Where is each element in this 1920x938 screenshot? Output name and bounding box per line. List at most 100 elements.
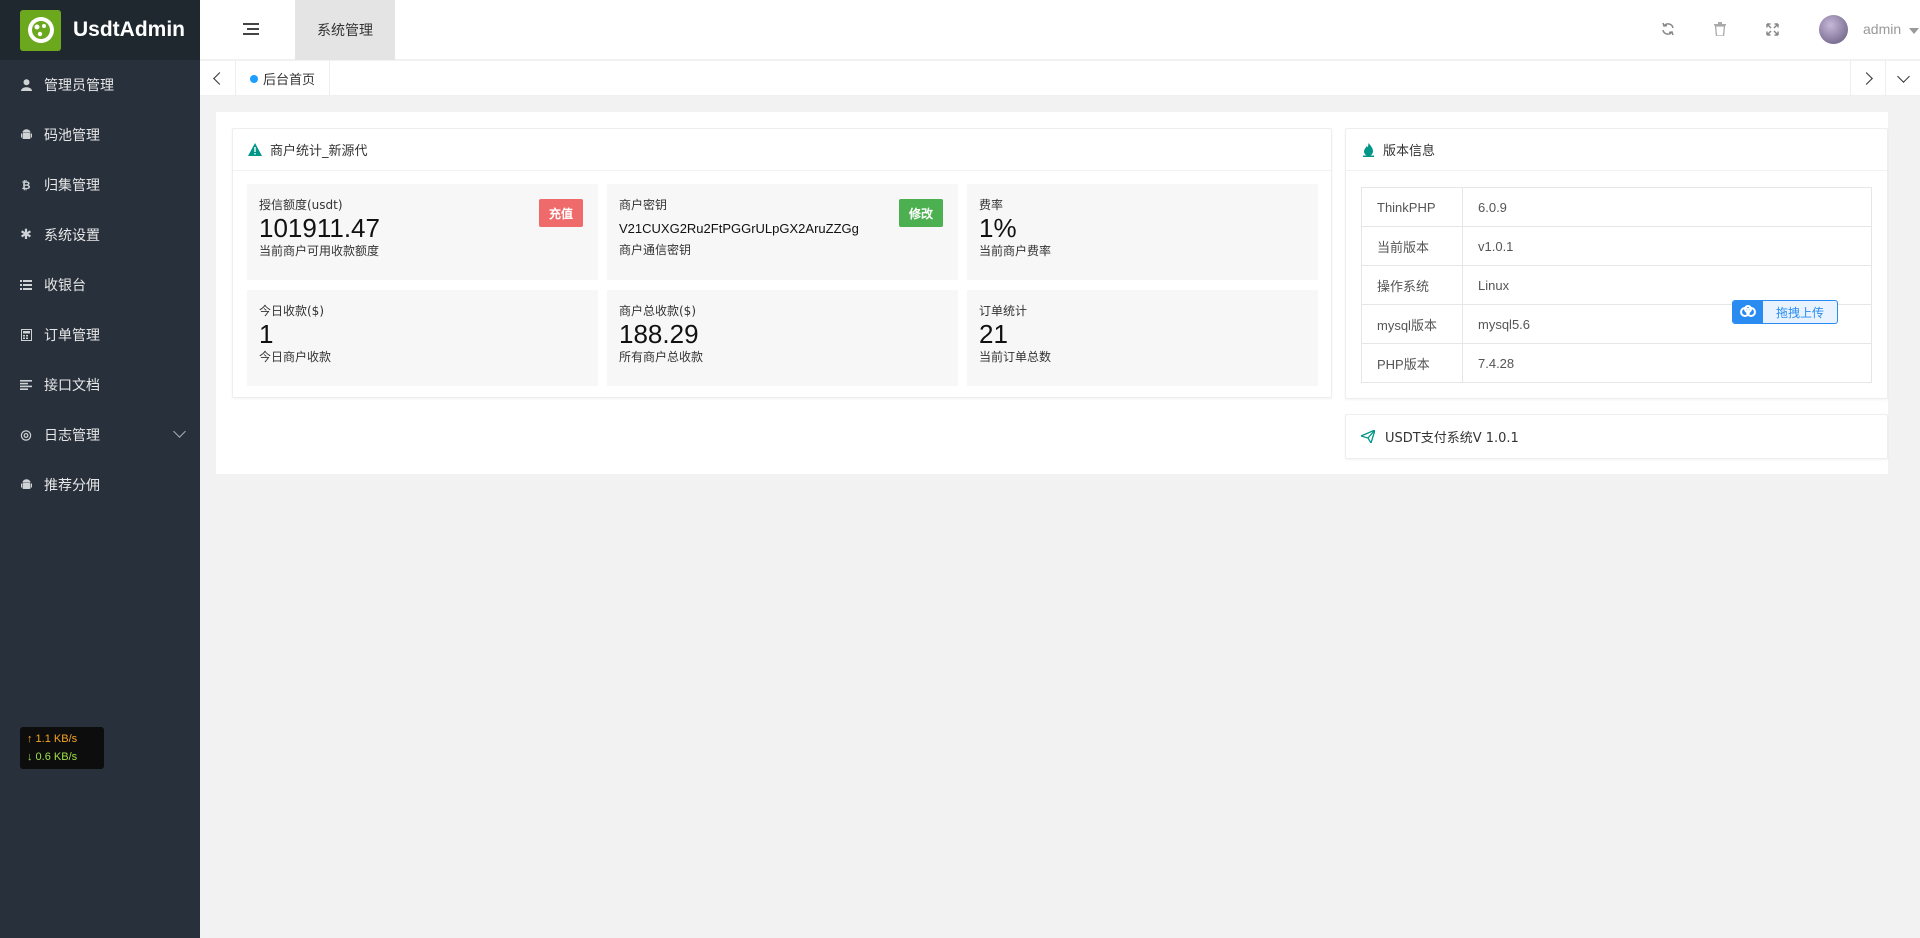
chevron-left-icon [213,72,226,85]
stat-sub: 商户通信密钥 [619,243,692,257]
tabs-scroll-left-button[interactable] [200,61,236,96]
upload-label: 拖拽上传 [1775,305,1824,320]
cog-icon [20,429,32,441]
stat-card-today-income: 今日收款($) 1 今日商户收款 [247,290,598,386]
sidebar: UsdtAdmin 管理员管理 码池管理 ₿ 归集管理 ✱ 系统设置 收银台 订… [0,0,200,938]
android-icon [20,129,32,141]
table-value: 7.4.28 [1462,343,1872,383]
asterisk-icon: ✱ [20,227,32,243]
avatar[interactable] [1819,15,1848,44]
stat-label: 费率 [979,198,1004,212]
panel-title: USDT支付系统V 1.0.1 [1385,431,1519,446]
chevron-right-icon [1859,72,1873,85]
upload-speed: ↑ 1.1 KB/s [27,733,78,745]
panel-header: USDT支付系统V 1.0.1 [1346,415,1887,458]
stat-sub: 当前商户可用收款额度 [259,244,380,258]
stat-value: 101911.47 [259,213,380,243]
user-icon [20,79,32,91]
stat-sub: 所有商户总收款 [619,350,704,364]
stat-value: 21 [979,319,1008,349]
net-speed-indicator: ↑ 1.1 KB/s ↓ 0.6 KB/s [20,727,104,769]
stat-label: 订单统计 [979,304,1028,318]
panel-title: 商户统计_新源代 [270,144,368,159]
stat-value: 188.29 [619,319,699,349]
stat-value: 1% [979,213,1017,243]
caret-down-icon[interactable] [1909,28,1919,34]
tab-home-label: 后台首页 [263,73,316,88]
top-nav-system-management[interactable]: 系统管理 [295,0,395,60]
calculator-icon [20,329,32,341]
menu-toggle-icon[interactable] [243,23,259,37]
drag-upload-widget[interactable]: 拖拽上传 [1732,300,1838,324]
list-icon [20,279,32,291]
sidebar-item-code-pool[interactable]: 码池管理 [0,110,200,160]
sidebar-item-referral[interactable]: 推荐分佣 [0,460,200,510]
stat-card-total-income: 商户总收款($) 188.29 所有商户总收款 [607,290,958,386]
sidebar-item-logs[interactable]: 日志管理 [0,410,200,460]
version-table: ThinkPHP 6.0.9 当前版本 v1.0.1 操作系统 Linux mysql… [1361,187,1872,383]
main-content: 商户统计_新源代 授信额度(usdt) 101911.47 当前商户可用收款额度… [216,112,1888,474]
table-key: PHP版本 [1361,343,1463,383]
stat-label: 授信额度(usdt) [259,198,343,212]
chevron-down-icon [1896,69,1910,83]
sidebar-item-orders[interactable]: 订单管理 [0,310,200,360]
user-name[interactable]: admin [1863,21,1901,37]
sidebar-item-collection[interactable]: ₿ 归集管理 [0,160,200,210]
table-key: mysql版本 [1361,304,1463,344]
sidebar-item-admin[interactable]: 管理员管理 [0,60,200,110]
fullscreen-icon[interactable] [1764,21,1780,37]
logo-area[interactable]: UsdtAdmin [0,0,200,60]
sidebar-item-label: 归集管理 [44,178,100,194]
tabs-options-button[interactable] [1885,61,1920,96]
top-header: 系统管理 admin [200,0,1920,60]
bitcoin-icon: ₿ [21,178,31,192]
stat-card-rate: 费率 1% 当前商户费率 [967,184,1318,280]
tab-home[interactable]: 后台首页 [236,61,331,96]
paper-plane-icon [1361,430,1375,444]
app-title: UsdtAdmin [73,18,185,41]
modify-key-button[interactable]: 修改 [898,199,943,227]
sidebar-item-label: 日志管理 [44,428,100,444]
trash-icon[interactable] [1712,21,1728,37]
merchant-stats-panel: 商户统计_新源代 授信额度(usdt) 101911.47 当前商户可用收款额度… [232,128,1332,398]
warning-icon [248,143,262,157]
sidebar-item-label: 订单管理 [44,328,100,344]
table-key: ThinkPHP [1361,187,1463,227]
sidebar-item-cashier[interactable]: 收银台 [0,260,200,310]
sidebar-item-label: 系统设置 [44,228,100,244]
table-value: Linux [1462,265,1872,305]
sidebar-item-label: 推荐分佣 [44,478,100,494]
table-key: 操作系统 [1361,265,1463,305]
table-row: 操作系统 Linux [1361,265,1872,305]
tabs-scroll-right-button[interactable] [1850,61,1885,96]
table-row: 当前版本 v1.0.1 [1361,226,1872,266]
table-value: 6.0.9 [1462,187,1872,227]
stat-card-merchant-key: 商户密钥 V21CUXG2Ru2FtPGGrULpGX2AruZZGg 商户通信… [607,184,958,280]
refresh-icon[interactable] [1660,21,1676,37]
stat-card-credit: 授信额度(usdt) 101911.47 当前商户可用收款额度 充值 [247,184,598,280]
stat-label: 今日收款($) [259,304,324,318]
panel-header: 商户统计_新源代 [233,129,1331,171]
fire-icon [1361,142,1375,157]
stat-label: 商户密钥 [619,198,668,212]
logo-icon [20,9,61,51]
panel-header: 版本信息 [1346,129,1887,171]
cloud-upload-icon [1733,301,1763,323]
stat-value: 1 [259,319,274,349]
sidebar-item-label: 收银台 [44,278,86,294]
sidebar-item-label: 管理员管理 [44,78,114,94]
sidebar-item-settings[interactable]: ✱ 系统设置 [0,210,200,260]
sidebar-item-api-docs[interactable]: 接口文档 [0,360,200,410]
sidebar-item-label: 接口文档 [44,378,100,394]
system-info-panel: USDT支付系统V 1.0.1 [1345,414,1888,459]
stat-card-order-count: 订单统计 21 当前订单总数 [967,290,1318,386]
merchant-key-value: V21CUXG2Ru2FtPGGrULpGX2AruZZGg [619,221,859,236]
stat-sub: 当前商户费率 [979,244,1052,258]
chevron-down-icon [173,425,186,438]
recharge-button[interactable]: 充值 [538,199,583,227]
table-key: 当前版本 [1361,226,1463,266]
align-left-icon [20,379,32,391]
table-value: v1.0.1 [1462,226,1872,266]
stat-sub: 当前订单总数 [979,350,1052,364]
table-row: PHP版本 7.4.28 [1361,343,1872,383]
